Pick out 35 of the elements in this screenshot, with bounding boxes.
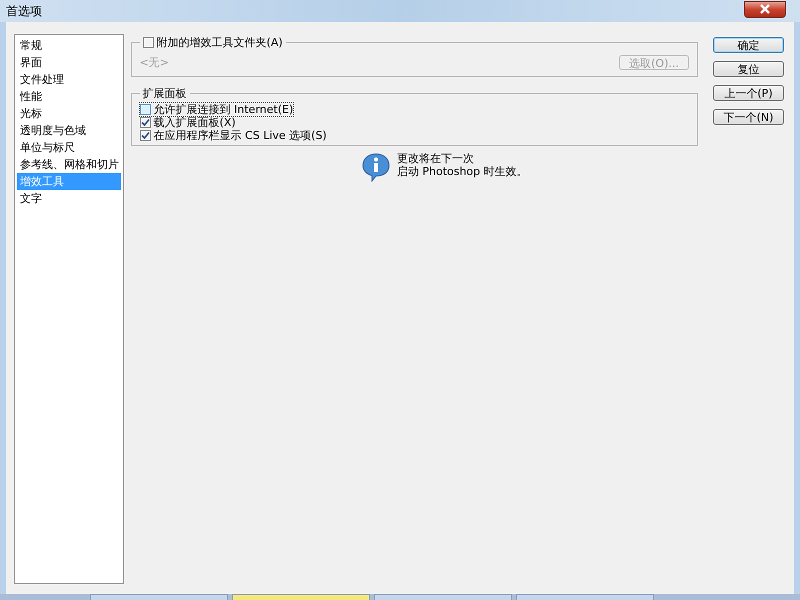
option-checkbox[interactable]: 载入扩展面板(X) (140, 116, 236, 129)
notice-text: 更改将在下一次 (396, 152, 475, 165)
category-item[interactable]: 单位与标尺 (17, 139, 121, 156)
checkbox[interactable] (140, 130, 151, 141)
checkbox[interactable] (142, 37, 154, 48)
category-item[interactable]: 透明度与色域 (17, 122, 121, 139)
option-checkbox[interactable]: 允许扩展连接到 Internet(E) (140, 103, 294, 116)
category-item[interactable]: 常规 (17, 37, 121, 54)
dialog-button[interactable]: 确定 (713, 37, 784, 53)
category-item[interactable]: 界面 (17, 54, 121, 71)
group-title: 扩展面板 (140, 86, 190, 101)
category-item[interactable]: 参考线、网格和切片 (17, 156, 121, 173)
checkbox-label: 载入扩展面板(X) (154, 115, 236, 130)
notice-text: 启动 Photoshop 时生效。 (396, 165, 528, 178)
dialog-button[interactable]: 复位 (713, 61, 784, 77)
taskbar-button[interactable] (90, 594, 228, 600)
checkbox[interactable] (140, 117, 151, 128)
taskbar-button[interactable] (516, 594, 654, 600)
folder-path: <无> (140, 55, 169, 70)
checkbox-label: 允许扩展连接到 Internet(E) (154, 102, 294, 116)
checkbox[interactable] (140, 104, 151, 115)
close-button[interactable] (744, 0, 786, 18)
close-icon (759, 4, 771, 14)
taskbar-button[interactable] (374, 594, 512, 600)
checkbox-label: 在应用程序栏显示 CS Live 选项(S) (154, 128, 327, 143)
category-item[interactable]: 文字 (17, 190, 121, 207)
category-item[interactable]: 文件处理 (17, 71, 121, 88)
category-item[interactable]: 性能 (17, 88, 121, 105)
taskbar-button[interactable] (232, 594, 370, 600)
dialog-button[interactable]: 下一个(N) (713, 109, 784, 125)
window-title: 首选项 (6, 2, 42, 20)
info-icon (360, 152, 391, 182)
category-item[interactable]: 光标 (17, 105, 121, 122)
dialog-button[interactable]: 上一个(P) (713, 85, 784, 101)
option-checkbox[interactable]: 在应用程序栏显示 CS Live 选项(S) (140, 129, 327, 142)
